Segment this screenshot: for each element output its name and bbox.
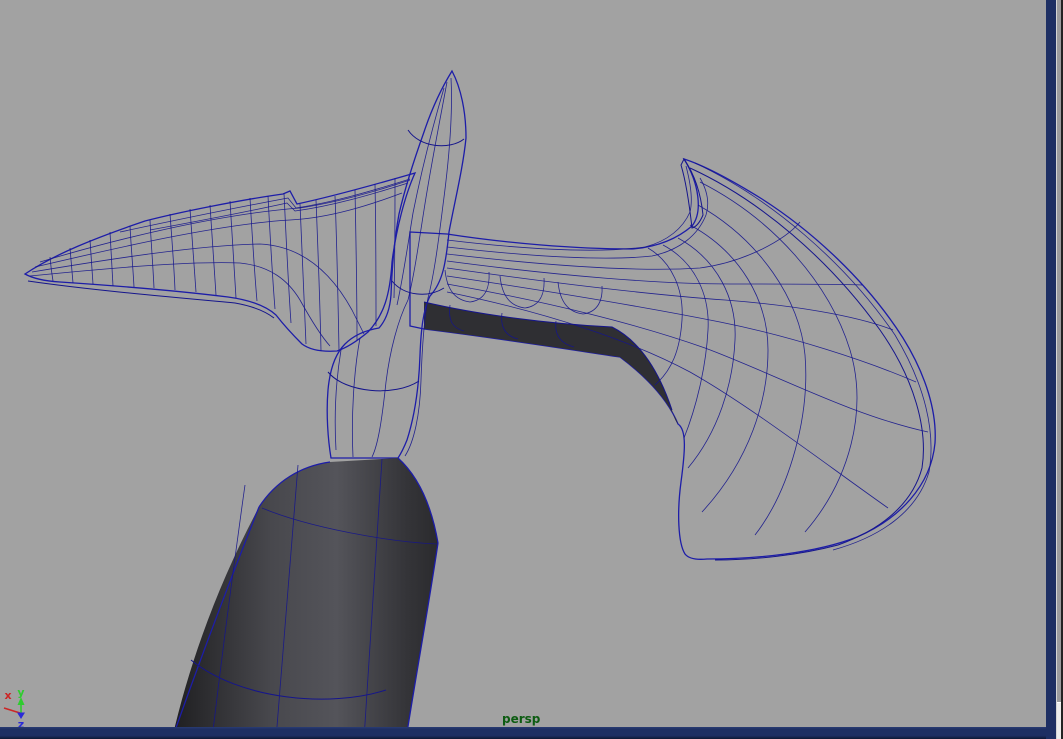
perspective-viewport[interactable]: x y z persp [0,0,1056,739]
axe-3d-model[interactable] [0,0,1056,739]
active-viewport-border-right [1046,0,1056,739]
window-edge-strip [1056,0,1063,739]
y-axis: y [17,686,24,713]
x-axis-line [4,708,20,713]
x-axis-label: x [4,689,11,702]
axe-left-blade [25,173,415,351]
camera-name-label: persp [502,712,540,726]
axe-grip [172,458,438,739]
scrollbar-thumb[interactable] [1057,702,1061,739]
active-viewport-border-bottom [0,727,1056,739]
y-axis-label: y [17,686,24,699]
axe-handle-shaft [327,71,466,458]
axe-right-blade [410,159,935,560]
